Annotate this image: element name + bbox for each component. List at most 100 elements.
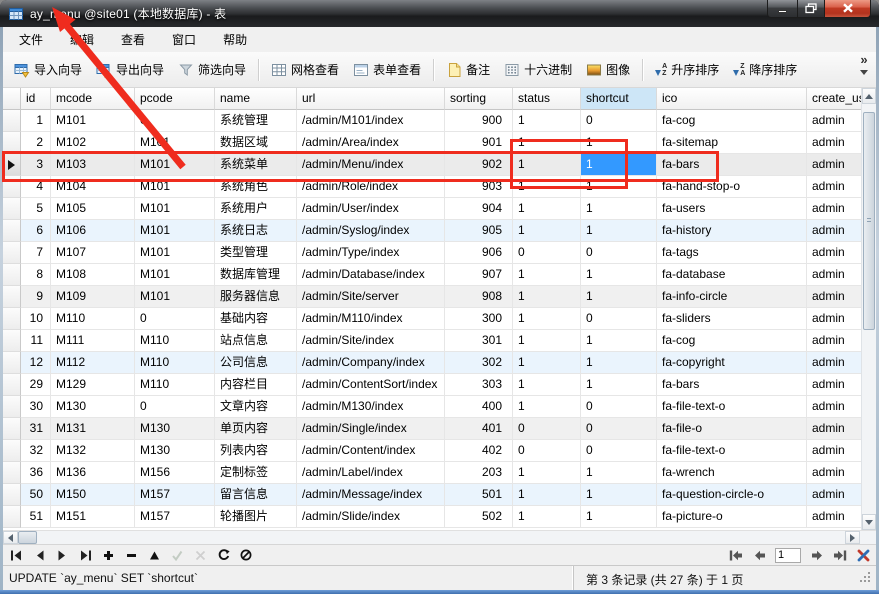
cell-pcode[interactable]: 0 xyxy=(135,110,215,132)
filter-wizard-button[interactable]: 筛选向导 xyxy=(172,56,252,83)
cell-ico[interactable]: fa-copyright xyxy=(657,352,807,374)
cell-pcode[interactable]: M130 xyxy=(135,440,215,462)
cell-mcode[interactable]: M110 xyxy=(51,308,135,330)
cell-id[interactable]: 1 xyxy=(21,110,51,132)
insert-record-button[interactable] xyxy=(101,549,115,561)
cell-status[interactable]: 1 xyxy=(513,132,581,154)
cell-ico[interactable]: fa-bars xyxy=(657,154,807,176)
next-record-button[interactable] xyxy=(55,549,69,561)
image-button[interactable]: 图像 xyxy=(580,56,636,83)
cell-id[interactable]: 3 xyxy=(21,154,51,176)
cell-mcode[interactable]: M104 xyxy=(51,176,135,198)
cell-shortcut[interactable]: 1 xyxy=(581,330,657,352)
horizontal-scroll-thumb[interactable] xyxy=(18,531,37,544)
cell-status[interactable]: 1 xyxy=(513,308,581,330)
cell-status[interactable]: 1 xyxy=(513,330,581,352)
cell-url[interactable]: /admin/Role/index xyxy=(297,176,445,198)
cell-pcode[interactable]: M101 xyxy=(135,154,215,176)
cell-pcode[interactable]: M101 xyxy=(135,132,215,154)
cell-shortcut[interactable]: 1 xyxy=(581,286,657,308)
cell-create_user[interactable]: admin xyxy=(807,396,861,418)
scroll-down-button[interactable] xyxy=(862,514,876,530)
cell-status[interactable]: 1 xyxy=(513,264,581,286)
row-marker[interactable] xyxy=(3,396,21,418)
minimize-button[interactable] xyxy=(767,0,797,18)
cell-create_user[interactable]: admin xyxy=(807,462,861,484)
cell-sorting[interactable]: 400 xyxy=(445,396,513,418)
scroll-left-button[interactable] xyxy=(3,531,18,544)
export-wizard-button[interactable]: 导出向导 xyxy=(90,56,170,83)
cell-name[interactable]: 数据库管理 xyxy=(215,264,297,286)
cell-ico[interactable]: fa-hand-stop-o xyxy=(657,176,807,198)
cell-ico[interactable]: fa-sitemap xyxy=(657,132,807,154)
cell-name[interactable]: 列表内容 xyxy=(215,440,297,462)
cell-mcode[interactable]: M132 xyxy=(51,440,135,462)
cell-sorting[interactable]: 203 xyxy=(445,462,513,484)
cell-sorting[interactable]: 907 xyxy=(445,264,513,286)
cell-pcode[interactable]: M101 xyxy=(135,264,215,286)
cell-url[interactable]: /admin/User/index xyxy=(297,198,445,220)
cell-shortcut[interactable]: 1 xyxy=(581,220,657,242)
cell-url[interactable]: /admin/Company/index xyxy=(297,352,445,374)
cell-status[interactable]: 1 xyxy=(513,110,581,132)
cell-name[interactable]: 留言信息 xyxy=(215,484,297,506)
cell-id[interactable]: 5 xyxy=(21,198,51,220)
cell-id[interactable]: 31 xyxy=(21,418,51,440)
cell-pcode[interactable]: M157 xyxy=(135,484,215,506)
cell-create_user[interactable]: admin xyxy=(807,176,861,198)
cell-mcode[interactable]: M111 xyxy=(51,330,135,352)
scroll-track[interactable] xyxy=(37,531,845,544)
cell-ico[interactable]: fa-sliders xyxy=(657,308,807,330)
cell-url[interactable]: /admin/Content/index xyxy=(297,440,445,462)
vertical-scrollbar[interactable] xyxy=(861,88,876,530)
cell-mcode[interactable]: M112 xyxy=(51,352,135,374)
cell-id[interactable]: 30 xyxy=(21,396,51,418)
cell-url[interactable]: /admin/M110/index xyxy=(297,308,445,330)
cell-status[interactable]: 1 xyxy=(513,484,581,506)
cell-mcode[interactable]: M101 xyxy=(51,110,135,132)
cell-pcode[interactable]: M101 xyxy=(135,198,215,220)
previous-page-button[interactable] xyxy=(752,549,766,561)
first-record-button[interactable] xyxy=(9,549,23,561)
cell-pcode[interactable]: M110 xyxy=(135,352,215,374)
cell-url[interactable]: /admin/Site/server xyxy=(297,286,445,308)
cell-id[interactable]: 12 xyxy=(21,352,51,374)
cell-name[interactable]: 服务器信息 xyxy=(215,286,297,308)
cell-ico[interactable]: fa-bars xyxy=(657,374,807,396)
cell-status[interactable]: 1 xyxy=(513,506,581,528)
cell-status[interactable]: 1 xyxy=(513,154,581,176)
cell-create_user[interactable]: admin xyxy=(807,374,861,396)
cell-sorting[interactable]: 901 xyxy=(445,132,513,154)
cell-shortcut[interactable]: 1 xyxy=(581,154,657,176)
cell-mcode[interactable]: M129 xyxy=(51,374,135,396)
cell-id[interactable]: 7 xyxy=(21,242,51,264)
row-marker[interactable] xyxy=(3,418,21,440)
menu-item-1[interactable]: 编辑 xyxy=(60,28,104,51)
cell-create_user[interactable]: admin xyxy=(807,198,861,220)
cell-create_user[interactable]: admin xyxy=(807,286,861,308)
cell-sorting[interactable]: 402 xyxy=(445,440,513,462)
cell-create_user[interactable]: admin xyxy=(807,132,861,154)
cell-shortcut[interactable]: 0 xyxy=(581,396,657,418)
cell-ico[interactable]: fa-file-text-o xyxy=(657,396,807,418)
cell-create_user[interactable]: admin xyxy=(807,484,861,506)
cell-create_user[interactable]: admin xyxy=(807,506,861,528)
cell-id[interactable]: 9 xyxy=(21,286,51,308)
cell-name[interactable]: 系统角色 xyxy=(215,176,297,198)
cell-status[interactable]: 1 xyxy=(513,176,581,198)
row-marker[interactable] xyxy=(3,506,21,528)
cell-id[interactable]: 2 xyxy=(21,132,51,154)
resize-grip[interactable] xyxy=(859,571,872,584)
row-marker[interactable] xyxy=(3,374,21,396)
cell-mcode[interactable]: M105 xyxy=(51,198,135,220)
cell-mcode[interactable]: M103 xyxy=(51,154,135,176)
edit-record-button[interactable] xyxy=(147,549,161,561)
cell-shortcut[interactable]: 1 xyxy=(581,484,657,506)
cell-url[interactable]: /admin/Site/index xyxy=(297,330,445,352)
cell-sorting[interactable]: 300 xyxy=(445,308,513,330)
cell-id[interactable]: 6 xyxy=(21,220,51,242)
cell-mcode[interactable]: M109 xyxy=(51,286,135,308)
row-marker[interactable] xyxy=(3,154,21,176)
sort-desc-button[interactable]: ZA 降序排序 xyxy=(727,56,803,83)
cell-name[interactable]: 轮播图片 xyxy=(215,506,297,528)
